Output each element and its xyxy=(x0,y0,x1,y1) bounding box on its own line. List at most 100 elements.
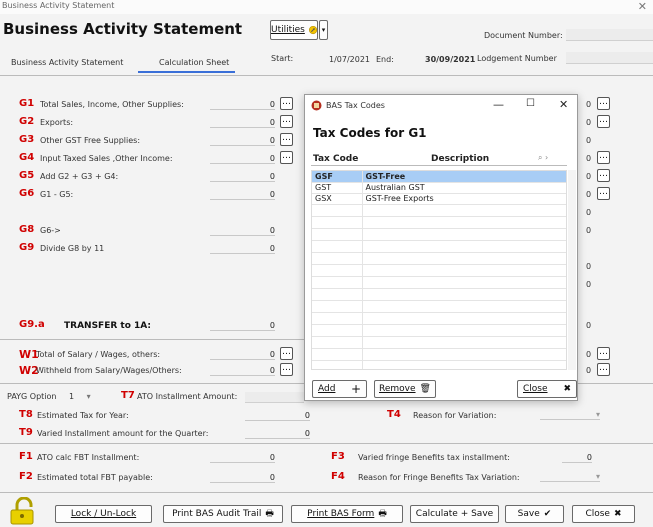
right-details-button[interactable]: … xyxy=(597,363,610,376)
empty-row xyxy=(312,300,566,313)
wrench-icon xyxy=(308,25,317,35)
utilities-button[interactable]: Utilities xyxy=(270,20,318,40)
minimize-icon[interactable]: — xyxy=(493,98,504,111)
dialog-close-button[interactable]: Close ✖ xyxy=(517,380,577,398)
gst-value-g5: 0 xyxy=(210,172,275,182)
end-label: End: xyxy=(376,55,394,64)
right-value: 0 xyxy=(586,262,592,271)
gst-label-g6: G1 - G5: xyxy=(40,190,74,199)
trash-icon: 🗑 xyxy=(419,384,431,394)
gst-code-g1: G1 xyxy=(19,98,35,109)
right-value: 0 xyxy=(586,321,592,330)
right-value: 0 xyxy=(586,172,592,181)
w1-label: Total of Salary / Wages, others: xyxy=(36,350,161,359)
gst-label-g4: Input Taxed Sales ,Other Income: xyxy=(40,154,173,163)
empty-row xyxy=(312,252,566,265)
right-details-button[interactable]: … xyxy=(597,151,610,164)
t4-select[interactable]: ▾ xyxy=(540,410,600,420)
empty-row xyxy=(312,324,566,337)
print-bas-form-button[interactable]: Print BAS Form 🖶 xyxy=(291,505,403,523)
empty-cell xyxy=(312,336,363,349)
gst-code-g2: G2 xyxy=(19,116,35,127)
f4-label: Reason for Fringe Benefits Tax Variation… xyxy=(358,473,520,482)
add-button[interactable]: Add + xyxy=(312,380,367,398)
chevron-down-icon: ▾ xyxy=(321,26,326,34)
save-button[interactable]: Save ✔ xyxy=(505,505,564,523)
empty-cell xyxy=(362,348,566,361)
empty-cell xyxy=(312,348,363,361)
window-title: Business Activity Statement xyxy=(2,1,115,10)
close-x-icon: ✖ xyxy=(563,384,571,394)
f3-value: 0 xyxy=(562,453,592,463)
printer-icon: 🖶 xyxy=(265,509,274,519)
document-number-label: Document Number: xyxy=(484,31,563,40)
dialog-close-icon[interactable]: ✕ xyxy=(559,98,568,111)
gst-label-g8: G6-> xyxy=(40,226,61,235)
close-button[interactable]: Close ✖ xyxy=(572,505,635,523)
lodgement-number-field[interactable] xyxy=(566,52,653,64)
close-x-icon: ✖ xyxy=(613,509,622,519)
right-details-button[interactable]: … xyxy=(597,169,610,182)
empty-cell xyxy=(362,228,566,241)
empty-cell xyxy=(362,336,566,349)
t7-field[interactable] xyxy=(245,392,304,403)
right-details-button[interactable]: … xyxy=(597,115,610,128)
g9a-code: G9.a xyxy=(19,319,45,330)
col-description: Description xyxy=(431,154,490,164)
right-details-button[interactable]: … xyxy=(597,97,610,110)
gst-details-button-g1[interactable]: … xyxy=(280,97,293,110)
tax-description-cell: GST-Free Exports xyxy=(362,193,566,205)
gst-value-g8: 0 xyxy=(210,226,275,236)
empty-row xyxy=(312,240,566,253)
tab-business-activity-statement[interactable]: Business Activity Statement xyxy=(11,58,123,67)
window-titlebar: Business Activity Statement ✕ xyxy=(0,0,653,14)
lock-unlock-label: Lock / Un-Lock xyxy=(70,509,137,519)
start-label: Start: xyxy=(271,54,294,63)
transfer-label: TRANSFER to 1A: xyxy=(64,321,152,331)
calculate-save-button[interactable]: Calculate + Save xyxy=(410,505,499,523)
gst-value-g6: 0 xyxy=(210,190,275,200)
gst-details-button-g3[interactable]: … xyxy=(280,133,293,146)
dialog-heading: Tax Codes for G1 xyxy=(313,126,427,140)
remove-button[interactable]: Remove 🗑 xyxy=(374,380,436,398)
right-details-button[interactable]: … xyxy=(597,347,610,360)
dialog-titlebar: BAS Tax Codes — ☐ ✕ xyxy=(305,95,577,117)
f4-select[interactable]: ▾ xyxy=(540,472,600,482)
empty-row xyxy=(312,264,566,277)
empty-row xyxy=(312,228,566,241)
printer-icon: 🖶 xyxy=(378,509,387,519)
lock-unlock-button[interactable]: Lock / Un-Lock xyxy=(55,505,152,523)
window-close-icon[interactable]: ✕ xyxy=(638,0,647,13)
empty-row xyxy=(312,204,566,217)
empty-cell xyxy=(312,264,363,277)
tax-code-cell: GSX xyxy=(312,193,363,205)
w2-details-button[interactable]: … xyxy=(280,363,293,376)
gst-details-button-g4[interactable]: … xyxy=(280,151,293,164)
end-date: 30/09/2021 xyxy=(425,55,476,64)
f1-code: F1 xyxy=(19,451,33,462)
tax-code-row[interactable]: GST Australian GST xyxy=(312,182,566,194)
right-details-button[interactable]: … xyxy=(597,187,610,200)
payg-option-select[interactable]: 1 ▾ xyxy=(69,392,91,401)
tax-code-row[interactable]: GSF GST-Free xyxy=(312,171,566,183)
utilities-label: Utilities xyxy=(271,25,305,35)
tab-calculation-sheet[interactable]: Calculation Sheet xyxy=(138,58,235,73)
right-value: 0 xyxy=(586,366,592,375)
f1-label: ATO calc FBT Installment: xyxy=(37,453,140,462)
empty-row xyxy=(312,336,566,349)
scrollbar[interactable] xyxy=(568,170,576,370)
bas-tax-codes-dialog: BAS Tax Codes — ☐ ✕ Tax Codes for G1 Tax… xyxy=(304,94,578,401)
maximize-icon[interactable]: ☐ xyxy=(526,98,535,109)
f2-value: 0 xyxy=(210,473,275,483)
document-number-field[interactable] xyxy=(566,29,653,41)
gst-value-g9: 0 xyxy=(210,244,275,254)
w1-details-button[interactable]: … xyxy=(280,347,293,360)
search-icon[interactable]: ⌕ › xyxy=(538,153,548,163)
empty-row xyxy=(312,312,566,325)
print-audit-trail-button[interactable]: Print BAS Audit Trail 🖶 xyxy=(163,505,283,523)
gst-details-button-g2[interactable]: … xyxy=(280,115,293,128)
tax-code-row[interactable]: GSX GST-Free Exports xyxy=(312,193,566,205)
utilities-dropdown-button[interactable]: ▾ xyxy=(319,20,328,40)
right-value: 0 xyxy=(586,100,592,109)
empty-cell xyxy=(312,240,363,253)
